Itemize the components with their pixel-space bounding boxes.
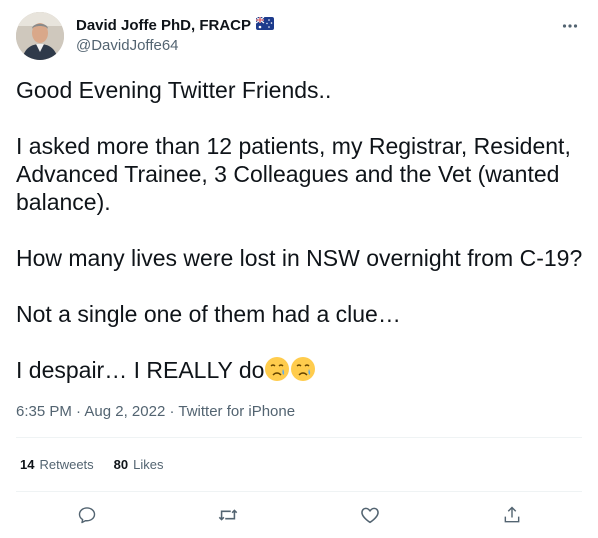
tweet-text: Good Evening Twitter Friends.. I asked m… [16,76,586,412]
tweet-time[interactable]: 6:35 PM [16,403,72,420]
tweet-header: David Joffe PhD, FRACP @DavidJoffe64 [16,12,582,62]
tweet-source[interactable]: Twitter for iPhone [178,403,295,420]
divider [16,437,582,438]
tweet-meta: 6:35 PM · Aug 2, 2022 · Twitter for iPho… [16,402,295,422]
australia-flag-icon [255,16,275,36]
tweet-paragraph-last: I despair… I REALLY do [16,356,586,384]
tweet-paragraph: How many lives were lost in NSW overnigh… [16,245,583,271]
author-handle[interactable]: @DavidJoffe64 [76,36,274,56]
reply-icon[interactable] [74,502,100,528]
retweets-stat[interactable]: 14 Retweets [20,455,94,475]
retweet-icon[interactable] [215,502,241,528]
tweet-last-line: I despair… I REALLY do [16,357,265,383]
tweet-actions [16,502,582,528]
meta-separator: · [71,403,85,420]
tweet-paragraph: I asked more than 12 patients, my Regist… [16,133,571,215]
avatar[interactable] [16,12,64,60]
crying-face-emoji-icon [264,356,290,382]
crying-face-emoji-icon [290,356,316,382]
likes-stat[interactable]: 80 Likes [114,455,164,475]
divider [16,491,582,492]
share-icon[interactable] [499,502,525,528]
likes-count: 80 [113,457,129,472]
meta-separator: · [165,403,179,420]
more-options-icon[interactable] [558,14,582,38]
tweet-paragraph: Not a single one of them had a clue… [16,301,401,327]
author-display-name[interactable]: David Joffe PhD, FRACP [76,16,251,36]
like-icon[interactable] [357,502,383,528]
tweet-stats: 14 Retweets 80 Likes [20,455,164,475]
retweets-count: 14 [20,457,35,472]
tweet-paragraph: Good Evening Twitter Friends.. [16,77,332,103]
tweet-date[interactable]: Aug 2, 2022 [84,403,165,420]
retweets-label: Retweets [39,457,94,472]
likes-label: Likes [133,457,164,472]
